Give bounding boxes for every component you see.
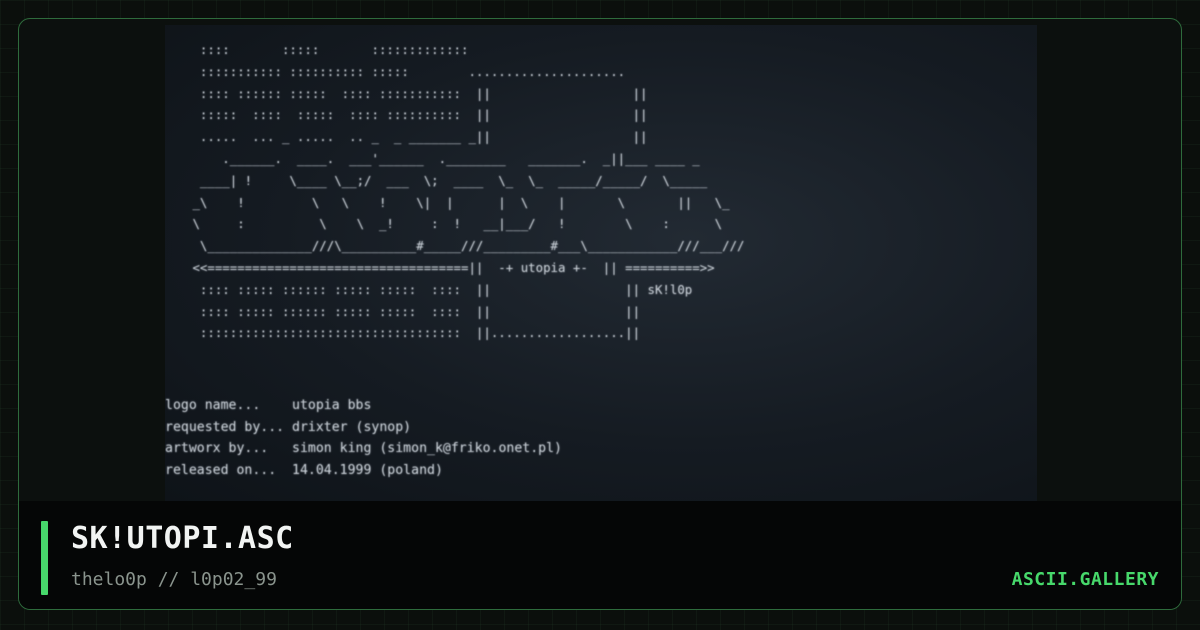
file-subtitle: thelo0p // l0p02_99 [71, 569, 277, 590]
site-brand[interactable]: ASCII.GALLERY [1012, 569, 1159, 590]
ascii-art-credits: logo name... utopia bbs requested by... … [165, 398, 562, 478]
accent-bar [41, 521, 48, 595]
gallery-card: :::: ::::: ::::::::::::: ::::::::::: :::… [18, 18, 1182, 610]
card-footer: SK!UTOPI.ASC thelo0p // l0p02_99 ASCII.G… [19, 501, 1181, 609]
ascii-art-logo: :::: ::::: ::::::::::::: ::::::::::: :::… [192, 42, 745, 341]
ascii-preview: :::: ::::: ::::::::::::: ::::::::::: :::… [165, 25, 1037, 501]
file-title: SK!UTOPI.ASC [71, 521, 294, 556]
